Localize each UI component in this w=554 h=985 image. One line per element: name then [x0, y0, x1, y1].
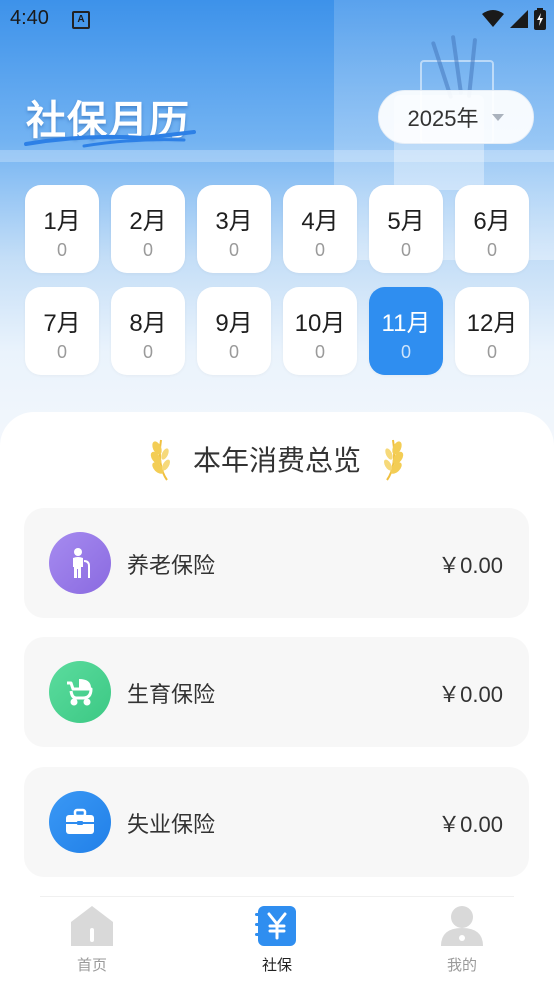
month-count: 0: [486, 342, 497, 362]
user-icon: [441, 906, 483, 946]
month-cell-6[interactable]: 6月 0: [455, 185, 529, 273]
month-cell-3[interactable]: 3月 0: [197, 185, 271, 273]
tab-home-label: 首页: [76, 956, 107, 974]
wheat-left-icon: [150, 439, 170, 481]
month-label: 8月: [129, 310, 167, 337]
pension-insurance-card[interactable]: 养老保险 ￥0.00: [24, 508, 529, 618]
tab-home[interactable]: 首页: [42, 904, 142, 975]
month-cell-7[interactable]: 7月 0: [25, 287, 99, 375]
tab-social-security-label: 社保: [261, 956, 292, 974]
system-icons: [482, 8, 546, 30]
month-count: 0: [228, 240, 239, 260]
month-label: 4月: [301, 208, 339, 235]
overview-title: 本年消费总览: [192, 444, 361, 477]
month-count: 0: [400, 342, 411, 362]
month-label: 3月: [215, 208, 253, 235]
month-cell-10[interactable]: 10月 0: [283, 287, 357, 375]
maternity-insurance-card[interactable]: 生育保险 ￥0.00: [24, 637, 529, 747]
month-count: 0: [486, 240, 497, 260]
wheat-right-icon: [384, 439, 404, 481]
unemployment-insurance-card[interactable]: 失业保险 ￥0.00: [24, 767, 529, 877]
month-label: 9月: [215, 310, 253, 337]
briefcase-icon: [49, 791, 111, 853]
status-time: 4:40: [10, 7, 49, 29]
tab-me-label: 我的: [446, 956, 477, 974]
month-count: 0: [56, 342, 67, 362]
year-selector-label: 2025年: [407, 106, 479, 131]
month-label: 1月: [43, 208, 81, 235]
pension-insurance-label: 养老保险: [127, 554, 216, 579]
unemployment-insurance-amount: ￥0.00: [438, 812, 503, 837]
year-selector[interactable]: 2025年: [378, 90, 534, 144]
baby-stroller-icon: [49, 661, 111, 723]
month-count: 0: [56, 240, 67, 260]
signal-icon: [510, 10, 528, 28]
bottom-tab-bar: 首页 社保 我的: [0, 896, 554, 985]
tab-me[interactable]: 我的: [412, 904, 512, 975]
month-label: 2月: [129, 208, 167, 235]
maternity-insurance-label: 生育保险: [127, 683, 216, 708]
month-count: 0: [400, 240, 411, 260]
month-label: 10月: [294, 310, 346, 337]
month-cell-5[interactable]: 5月 0: [369, 185, 443, 273]
month-cell-4[interactable]: 4月 0: [283, 185, 357, 273]
pension-insurance-amount: ￥0.00: [438, 553, 503, 578]
title-underline-decoration: [24, 130, 196, 148]
overview-header: 本年消费总览: [0, 436, 554, 482]
month-count: 0: [314, 240, 325, 260]
maternity-insurance-amount: ￥0.00: [438, 682, 503, 707]
wifi-icon: [482, 10, 504, 27]
battery-icon: [534, 8, 546, 30]
status-bar: 4:40 A: [0, 0, 554, 38]
month-cell-9[interactable]: 9月 0: [197, 287, 271, 375]
month-count: 0: [228, 342, 239, 362]
month-cell-12[interactable]: 12月 0: [455, 287, 529, 375]
month-cell-11-selected[interactable]: 11月 0: [369, 287, 443, 375]
elderly-person-icon: [49, 532, 111, 594]
month-count: 0: [314, 342, 325, 362]
month-cell-8[interactable]: 8月 0: [111, 287, 185, 375]
month-label: 5月: [387, 208, 425, 235]
chevron-down-icon: [492, 113, 505, 121]
yuan-book-icon: [255, 906, 296, 946]
month-count: 0: [142, 240, 153, 260]
tab-social-security[interactable]: 社保: [227, 904, 327, 975]
month-label: 12月: [466, 310, 518, 337]
tab-bar-divider: [40, 896, 514, 897]
month-cell-1[interactable]: 1月 0: [25, 185, 99, 273]
unemployment-insurance-label: 失业保险: [127, 813, 216, 838]
home-icon: [71, 906, 113, 946]
month-label: 6月: [473, 208, 511, 235]
month-cell-2[interactable]: 2月 0: [111, 185, 185, 273]
notification-icon: A: [72, 11, 90, 29]
month-label: 11月: [381, 310, 431, 337]
month-count: 0: [142, 342, 153, 362]
month-label: 7月: [43, 310, 81, 337]
